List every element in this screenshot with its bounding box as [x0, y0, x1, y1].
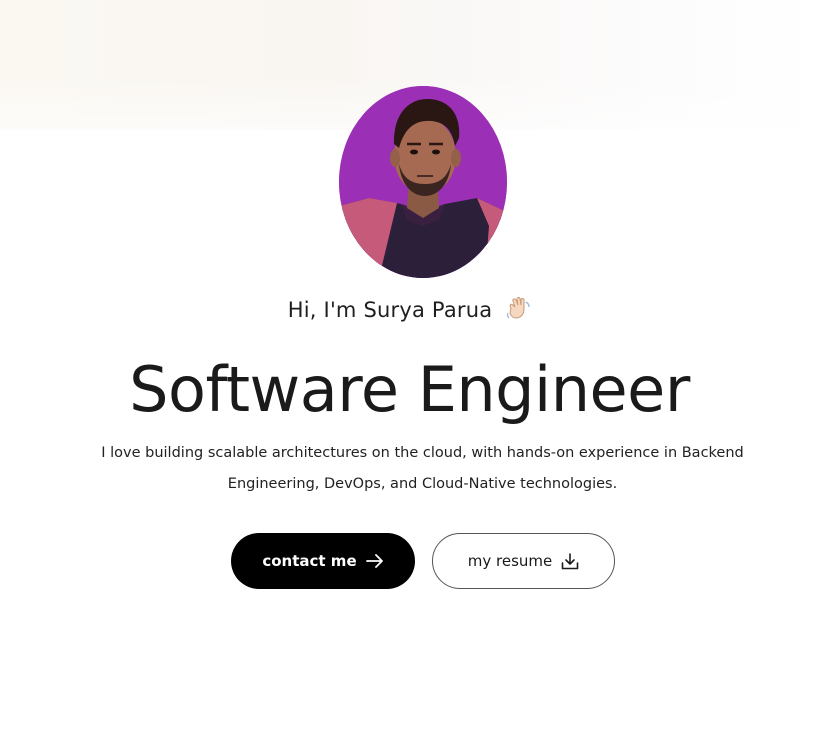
avatar-portrait-icon — [339, 86, 507, 278]
page: Hi, I'm Surya Parua Software Engineer I … — [0, 0, 819, 754]
download-icon — [561, 552, 579, 570]
greeting: Hi, I'm Surya Parua — [0, 296, 819, 325]
arrow-right-icon — [365, 554, 384, 568]
headline: Software Engineer — [129, 353, 690, 426]
description: I love building scalable architectures o… — [101, 445, 744, 492]
waving-hand-icon — [505, 296, 531, 325]
my-resume-label: my resume — [467, 552, 553, 570]
contact-me-button[interactable]: contact me — [231, 533, 415, 589]
my-resume-button[interactable]: my resume — [432, 533, 615, 589]
greeting-text: Hi, I'm Surya Parua — [287, 298, 493, 322]
avatar — [339, 86, 507, 278]
contact-me-label: contact me — [262, 552, 357, 570]
